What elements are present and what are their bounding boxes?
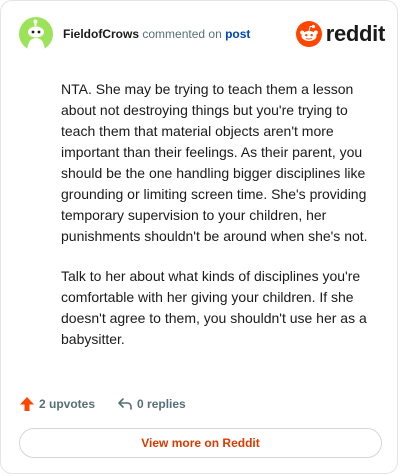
reddit-snoo-icon	[295, 21, 322, 47]
reddit-wordmark: reddit	[325, 21, 386, 46]
comment-meta: FieldofCrows commented on post	[63, 27, 250, 41]
view-more-button[interactable]: View more on Reddit	[19, 428, 382, 458]
comment-body: NTA. She may be trying to teach them a l…	[61, 79, 381, 369]
upvote-arrow-icon	[20, 397, 34, 411]
comment-embed-card: FieldofCrows commented on post reddit NT…	[0, 0, 398, 474]
action-text: commented on	[142, 27, 222, 41]
reply-count: 0 replies	[137, 397, 186, 411]
comment-header: FieldofCrows commented on post reddit	[19, 17, 385, 53]
comment-paragraph-1: NTA. She may be trying to teach them a l…	[61, 81, 368, 244]
comment-paragraph-2: Talk to her about what kinds of discipli…	[61, 268, 367, 347]
username-link[interactable]: FieldofCrows	[63, 27, 139, 41]
reply-arrow-icon	[118, 398, 132, 410]
reply-button[interactable]: 0 replies	[117, 396, 186, 412]
reddit-logo[interactable]: reddit	[295, 19, 386, 49]
post-link[interactable]: post	[225, 27, 250, 41]
upvote-count: 2 upvotes	[39, 397, 96, 411]
upvote-button[interactable]: 2 upvotes	[19, 396, 95, 412]
user-avatar[interactable]	[19, 17, 53, 51]
comment-actions: 2 upvotes 0 replies	[19, 393, 208, 415]
